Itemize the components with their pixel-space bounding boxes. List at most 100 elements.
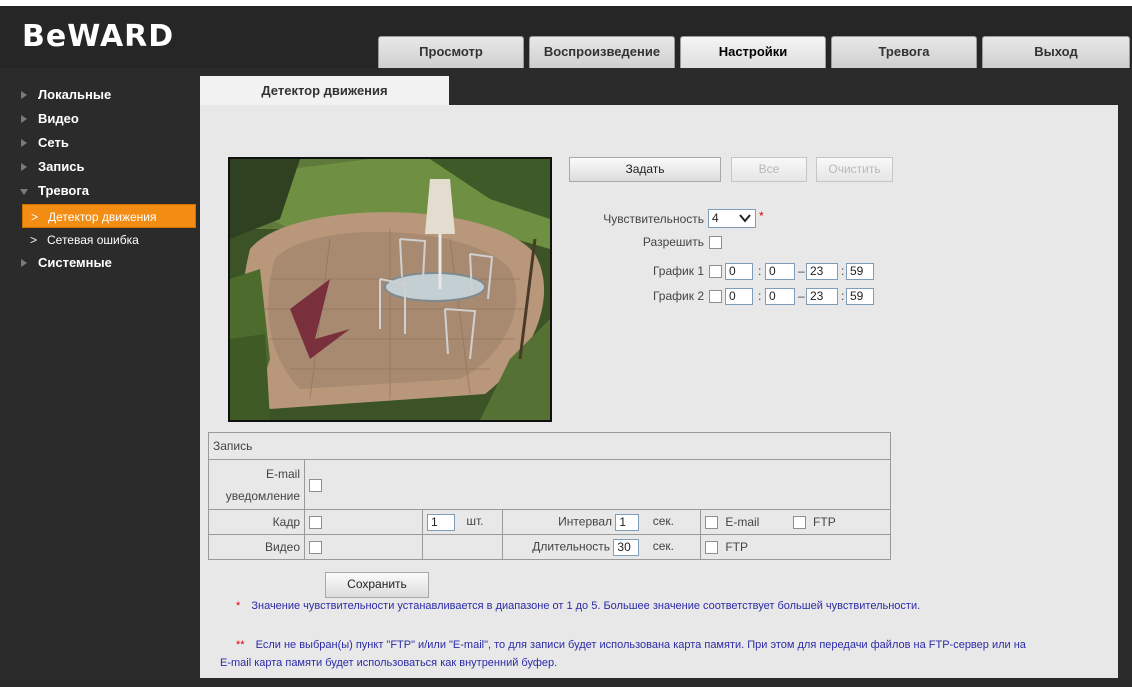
duration-label: Длительность [532,539,611,554]
interval-input[interactable]: 1 [615,513,640,531]
header: BeWARD Просмотр Воспроизведение Настройк… [0,6,1132,68]
sidebar-item-system[interactable]: Системные [0,252,200,276]
expand-arrow-icon [21,163,27,171]
chevron-right-icon: > [31,210,39,224]
chevron-down-icon [739,214,751,223]
tab-view[interactable]: Просмотр [378,36,524,68]
content-panel: Задать Все Очистить Чувствительность 4 *… [200,105,1118,678]
duration-unit: сек. [652,539,674,554]
interval-cell: Интервал 1 сек. [502,509,701,535]
schedule1-end-minute[interactable]: 59 [846,263,874,280]
frame-email-checkbox[interactable] [705,516,718,530]
frame-checkbox[interactable] [309,516,322,530]
storage-note-continued: E-mail карта памяти будет использоваться… [220,654,1100,672]
sidebar-subitem-label: Сетевая ошибка [47,233,139,247]
clear-area-button[interactable]: Очистить [816,157,893,182]
record-table-header: Запись [208,432,891,460]
sidebar-subitem-network-error[interactable]: > Сетевая ошибка [22,228,196,252]
expand-arrow-icon [21,91,27,99]
sensitivity-label: Чувствительность [603,212,704,226]
email-label-line2: уведомление [225,488,300,503]
colon-separator: : [841,289,845,303]
note-mark: * [236,600,241,612]
frame-count-input[interactable]: 1 [427,513,455,531]
schedule1-start-minute[interactable]: 0 [765,263,795,280]
email-notification-label-cell: E-mail уведомление [208,459,305,510]
note-text-line1: Если не выбран(ы) пункт "FTP" и/или "E-m… [255,639,1026,651]
brand-logo: BeWARD [22,19,175,54]
schedule1-start-hour[interactable]: 0 [725,263,753,280]
duration-cell: Длительность 30 сек. [502,534,701,560]
sidebar-subitem-label: Детектор движения [48,210,157,224]
sidebar-item-label: Сеть [38,135,69,150]
sidebar-item-label: Системные [38,255,112,270]
select-all-button[interactable]: Все [731,157,807,182]
video-destination-cell: FTP [700,534,891,560]
schedule2-end-hour[interactable]: 23 [806,288,838,305]
top-nav: Просмотр Воспроизведение Настройки Трево… [378,36,1132,68]
storage-note: ** Если не выбран(ы) пункт "FTP" и/или "… [236,636,1111,654]
tab-playback[interactable]: Воспроизведение [529,36,675,68]
interval-label: Интервал [558,514,613,529]
schedule2-start-hour[interactable]: 0 [725,288,753,305]
collapse-arrow-icon [20,189,28,195]
expand-arrow-icon [21,259,27,267]
tab-motion-detector[interactable]: Детектор движения [200,76,449,105]
colon-separator: : [758,289,762,303]
sidebar-item-label: Локальные [38,87,112,102]
frame-unit: шт. [466,514,484,529]
record-header-label: Запись [213,439,253,453]
sidebar-item-network[interactable]: Сеть [0,132,200,156]
sensitivity-value: 4 [712,211,719,225]
email-notification-cell [304,459,891,510]
schedule2-end-minute[interactable]: 59 [846,288,874,305]
frame-label: Кадр [272,515,300,529]
schedule2-checkbox[interactable] [709,290,722,303]
tab-settings[interactable]: Настройки [680,36,826,68]
camera-preview-image [230,159,550,420]
note-mark: ** [236,639,245,651]
frame-destination-cell: E-mail FTP [700,509,891,535]
schedule1-label: График 1 [652,264,704,278]
frame-ftp-checkbox[interactable] [792,516,806,530]
app-window: BeWARD Просмотр Воспроизведение Настройк… [0,0,1132,687]
frame-count-cell: 1 шт. [422,509,503,535]
tab-alarm[interactable]: Тревога [831,36,977,68]
video-ftp-label: FTP [725,539,749,554]
email-notification-checkbox[interactable] [309,478,322,492]
video-ftp-checkbox[interactable] [705,541,718,555]
sidebar-item-video[interactable]: Видео [0,108,200,132]
colon-separator: : [758,264,762,278]
camera-preview[interactable] [228,157,552,422]
note-text: Значение чувствительности устанавливаетс… [251,600,921,612]
schedule1-end-hour[interactable]: 23 [806,263,838,280]
set-area-button[interactable]: Задать [569,157,721,182]
video-label-cell: Видео [208,534,305,560]
schedule1-checkbox[interactable] [709,265,722,278]
expand-arrow-icon [21,139,27,147]
content-tabbar: Детектор движения [200,76,1118,105]
video-empty-cell [422,534,503,560]
save-button[interactable]: Сохранить [325,572,429,598]
required-mark: * [759,209,764,223]
sidebar-item-local[interactable]: Локальные [0,84,200,108]
sidebar-item-label: Запись [38,159,85,174]
sidebar-item-alarm[interactable]: Тревога [0,180,200,204]
sidebar: Локальные Видео Сеть Запись Тревога > Де… [0,68,200,687]
schedule2-start-minute[interactable]: 0 [765,288,795,305]
interval-unit: сек. [652,514,674,529]
frame-label-cell: Кадр [208,509,305,535]
enable-label: Разрешить [642,235,704,249]
tab-logout[interactable]: Выход [982,36,1130,68]
video-checkbox[interactable] [309,541,322,555]
sidebar-item-record[interactable]: Запись [0,156,200,180]
duration-input[interactable]: 30 [613,538,640,556]
video-checkbox-cell [304,534,423,560]
dash-separator: – [798,289,805,303]
sensitivity-select[interactable]: 4 [708,209,756,228]
colon-separator: : [841,264,845,278]
record-table: Запись E-mail уведомление Кадр 1 шт. Инт… [208,432,891,560]
sidebar-subitem-motion-detector[interactable]: > Детектор движения [22,204,196,228]
enable-checkbox[interactable] [709,236,722,249]
chevron-right-icon: > [30,233,38,247]
